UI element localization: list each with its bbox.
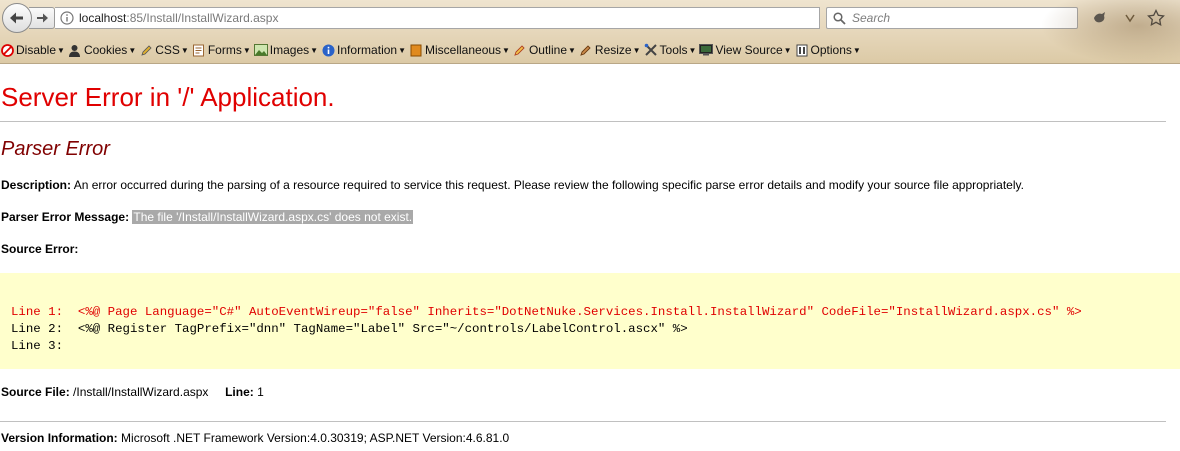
caret-down-icon: ▼	[502, 45, 510, 55]
web-developer-toolbar: Disable ▼ Cookies ▼ CSS ▼ Forms ▼ Images ▼	[0, 39, 1180, 61]
source-file-label: Source File:	[1, 385, 70, 399]
toolbar-images[interactable]: Images ▼	[253, 40, 319, 60]
caret-down-icon: ▼	[783, 45, 792, 55]
code-line-3: Line 3:	[11, 339, 64, 353]
arrow-right-icon	[36, 13, 48, 23]
line-value: 1	[257, 385, 264, 399]
site-info-icon[interactable]	[55, 11, 79, 25]
monitor-icon	[699, 43, 714, 57]
caret-down-icon: ▼	[632, 45, 641, 55]
caret-down-icon: ▼	[398, 45, 406, 55]
person-icon	[68, 43, 82, 57]
toolbar-information-label: Information	[337, 43, 398, 57]
caret-down-icon: ▼	[128, 45, 137, 55]
bookmark-star-icon[interactable]	[1146, 8, 1166, 28]
toolbar-cookies-label: Cookies	[83, 43, 128, 57]
form-icon	[192, 43, 206, 57]
toolbar-tools[interactable]: Tools ▼	[644, 40, 697, 60]
toolbar-forms[interactable]: Forms ▼	[192, 40, 251, 60]
divider	[0, 421, 1166, 422]
back-button[interactable]	[2, 3, 32, 33]
toolbar-options[interactable]: Options ▼	[795, 40, 861, 60]
source-error-label: Source Error:	[1, 242, 79, 256]
divider	[0, 121, 1166, 122]
url-host: localhost	[79, 11, 127, 25]
search-box[interactable]	[826, 7, 1078, 29]
toolbar-images-label: Images	[269, 43, 310, 57]
toolbar-options-label: Options	[810, 43, 852, 57]
pencil-icon	[139, 43, 153, 57]
toolbar-tools-label: Tools	[659, 43, 688, 57]
source-error-line: Source Error:	[1, 242, 78, 256]
toolbar-resize-label: Resize	[594, 43, 632, 57]
caret-down-icon: ▼	[568, 45, 576, 55]
parser-error-message-line: Parser Error Message: The file '/Install…	[1, 210, 414, 224]
url-path: :85/Install/InstallWizard.aspx	[126, 11, 279, 25]
options-icon	[795, 43, 809, 57]
parser-error-message-label: Parser Error Message:	[1, 210, 130, 224]
toolbar-resize[interactable]: Resize ▼	[579, 40, 641, 60]
browser-chrome: localhost:85/Install/InstallWizard.aspx	[0, 0, 1180, 64]
caret-down-icon: ▼	[688, 45, 697, 55]
source-file-line: Source File: /Install/InstallWizard.aspx…	[1, 385, 264, 399]
error-subtitle: Parser Error	[1, 138, 110, 160]
info-icon	[321, 43, 335, 57]
page-title: Server Error in '/' Application.	[1, 82, 335, 112]
toolbar-view-source-label: View Source	[715, 43, 783, 57]
code-line-2: Line 2: <%@ Register TagPrefix="dnn" Tag…	[11, 322, 688, 336]
box-icon	[409, 43, 423, 57]
toolbar-css[interactable]: CSS ▼	[139, 40, 189, 60]
no-entry-icon	[0, 43, 14, 57]
line-label: Line:	[225, 385, 254, 399]
toolbar-outline[interactable]: Outline ▼	[513, 40, 576, 60]
toolbar-miscellaneous[interactable]: Miscellaneous ▼	[409, 40, 510, 60]
toolbar-cookies[interactable]: Cookies ▼	[68, 40, 136, 60]
caret-down-icon: ▼	[242, 45, 251, 55]
resize-icon	[579, 43, 593, 57]
source-code-box: Line 1: <%@ Page Language="C#" AutoEvent…	[0, 273, 1180, 369]
caret-down-icon: ▼	[180, 45, 189, 55]
toolbar-outline-label: Outline	[528, 43, 567, 57]
caret-down-icon: ▼	[310, 45, 319, 55]
toolbar-css-label: CSS	[155, 43, 180, 57]
caret-down-icon: ▼	[852, 45, 861, 55]
outline-pencil-icon	[513, 43, 527, 57]
version-information-line: Version Information: Microsoft .NET Fram…	[1, 431, 509, 445]
version-information-text: Microsoft .NET Framework Version:4.0.303…	[121, 431, 510, 445]
version-information-label: Version Information:	[1, 431, 118, 445]
toolbar-miscellaneous-label: Miscellaneous	[425, 43, 502, 57]
toolbar-disable[interactable]: Disable ▼	[0, 40, 65, 60]
caret-down-icon: ▼	[57, 45, 65, 55]
parser-error-message-text: The file '/Install/InstallWizard.aspx.cs…	[132, 210, 414, 224]
tools-icon	[644, 43, 658, 57]
toolbar-forms-label: Forms	[207, 43, 242, 57]
toolbar-information[interactable]: Information ▼	[321, 40, 406, 60]
url-text[interactable]: localhost:85/Install/InstallWizard.aspx	[79, 11, 278, 25]
toolbar-disable-label: Disable	[16, 43, 57, 57]
description-text: An error occurred during the parsing of …	[73, 178, 1024, 192]
search-icon	[833, 11, 846, 25]
source-file-value: /Install/InstallWizard.aspx	[73, 385, 209, 399]
search-input[interactable]	[852, 11, 1052, 25]
address-bar[interactable]: localhost:85/Install/InstallWizard.aspx	[55, 7, 864, 29]
description-label: Description:	[1, 178, 72, 192]
image-icon	[253, 43, 268, 57]
arrow-left-icon	[10, 12, 23, 24]
extension-icon[interactable]	[1090, 8, 1110, 28]
toolbar-view-source[interactable]: View Source ▼	[699, 40, 792, 60]
navigation-bar: localhost:85/Install/InstallWizard.aspx	[0, 3, 1180, 33]
menu-down-icon[interactable]	[1120, 8, 1140, 28]
description-line: Description: An error occurred during th…	[1, 178, 1024, 192]
code-line-1: Line 1: <%@ Page Language="C#" AutoEvent…	[11, 305, 1082, 319]
forward-button[interactable]	[29, 7, 55, 29]
